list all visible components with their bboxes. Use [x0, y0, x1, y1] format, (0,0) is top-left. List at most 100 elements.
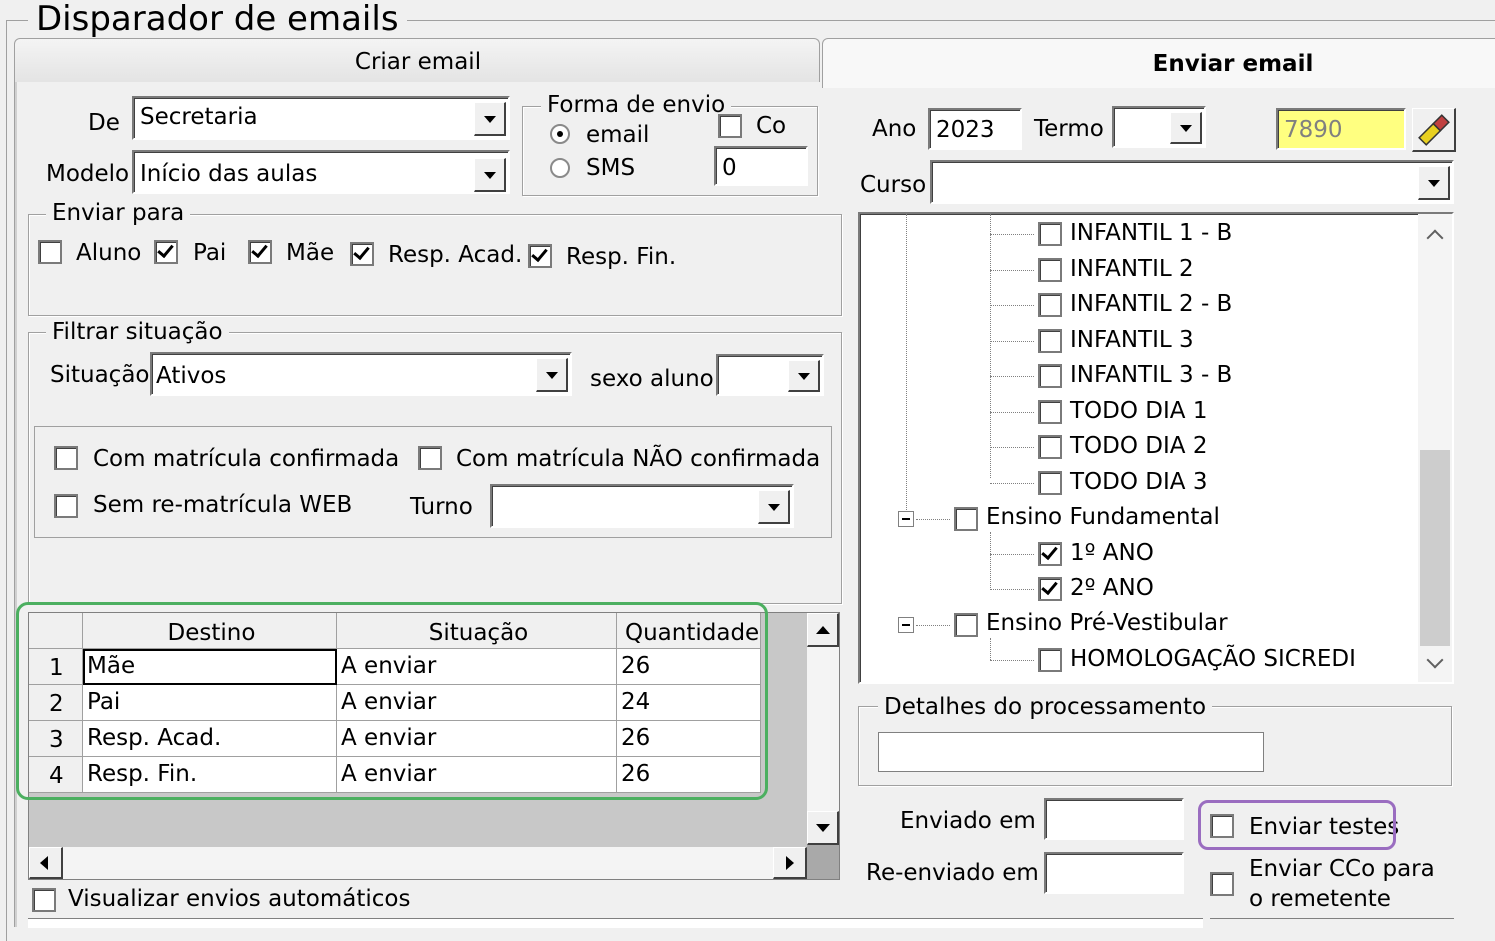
tree-node-checkbox[interactable] [954, 613, 978, 637]
scroll-thumb[interactable] [1420, 450, 1450, 646]
tree-node-checkbox[interactable] [1038, 329, 1062, 353]
tree-node-checkbox[interactable] [954, 507, 978, 531]
collapse-icon[interactable] [898, 617, 914, 633]
tree-node-label[interactable]: 2º ANO [1070, 577, 1154, 600]
tree-guide [990, 638, 991, 660]
chevron-down-icon[interactable] [536, 358, 568, 392]
forma-envio-legend: Forma de envio [541, 94, 732, 117]
tree-node-checkbox[interactable] [1038, 577, 1062, 601]
tree-node-checkbox[interactable] [1038, 293, 1062, 317]
tree-guide [916, 625, 950, 626]
tree-node-checkbox[interactable] [1038, 400, 1062, 424]
tree-node-checkbox[interactable] [1038, 542, 1062, 566]
tree-guide [990, 341, 1034, 342]
visualizar-envios-checkbox[interactable] [32, 888, 56, 912]
tree-node-label[interactable]: Ensino Pré-Vestibular [986, 612, 1228, 635]
com-matricula-nao-confirmada-label: Com matrícula NÃO confirmada [456, 446, 821, 472]
detalhes-legend: Detalhes do processamento [878, 696, 1213, 719]
chevron-down-icon[interactable] [1170, 112, 1202, 144]
de-label: De [88, 110, 120, 136]
chevron-down-icon[interactable] [474, 102, 506, 136]
aluno-label: Aluno [76, 240, 142, 266]
ano-input[interactable]: 2023 [928, 108, 1022, 150]
reenviado-em-input[interactable] [1044, 852, 1184, 894]
triangle-right-icon [786, 856, 794, 870]
situacao-select[interactable]: Ativos [150, 352, 572, 396]
tree-node-label[interactable]: INFANTIL 2 [1070, 258, 1194, 281]
enviar-cco-checkbox[interactable] [1210, 872, 1234, 896]
scroll-up-icon[interactable] [1426, 229, 1444, 247]
resp-fin-checkbox[interactable] [528, 244, 552, 268]
com-matricula-confirmada-checkbox[interactable] [54, 446, 78, 470]
scroll-left-button[interactable] [29, 847, 63, 879]
tree-node-checkbox[interactable] [1038, 364, 1062, 388]
tree-node-checkbox[interactable] [1038, 435, 1062, 459]
tree-node-label[interactable]: INFANTIL 1 - B [1070, 222, 1232, 245]
tree-node-checkbox[interactable] [1038, 222, 1062, 246]
scroll-down-icon[interactable] [1426, 651, 1444, 669]
resp-acad-checkbox[interactable] [350, 242, 374, 266]
co-checkbox[interactable] [718, 114, 742, 138]
sem-rematricula-web-checkbox[interactable] [54, 494, 78, 518]
tree-node-label[interactable]: INFANTIL 3 [1070, 329, 1194, 352]
turno-select[interactable] [490, 484, 794, 528]
mae-label: Mãe [286, 240, 335, 266]
collapse-icon[interactable] [898, 511, 914, 527]
sexo-aluno-select[interactable] [716, 354, 824, 396]
ano-label: Ano [872, 116, 917, 142]
window-title: Disparador de emails [28, 2, 407, 36]
tree-node-label[interactable]: INFANTIL 2 - B [1070, 293, 1232, 316]
tab-enviar-email[interactable]: Enviar email [822, 38, 1495, 88]
enviado-em-input[interactable] [1044, 798, 1184, 840]
tree-node-label[interactable]: TODO DIA 2 [1070, 435, 1207, 458]
sms-radio[interactable] [550, 158, 570, 178]
chevron-down-icon[interactable] [758, 490, 790, 524]
eraser-button[interactable] [1412, 108, 1456, 152]
turno-label: Turno [410, 494, 473, 520]
tree-node-label[interactable]: 1º ANO [1070, 542, 1154, 565]
co-label: Co [756, 113, 787, 139]
chevron-down-icon[interactable] [788, 360, 820, 392]
termo-select[interactable] [1112, 106, 1206, 148]
mae-checkbox[interactable] [248, 240, 272, 264]
tree-guide [990, 660, 1034, 661]
curso-select[interactable] [930, 160, 1454, 204]
tree-guide [906, 214, 907, 514]
pai-checkbox[interactable] [154, 240, 178, 264]
tab-criar-email-label: Criar email [354, 49, 482, 75]
enviar-cco-label-1: Enviar CCo para [1249, 856, 1435, 882]
tree-node-label[interactable]: TODO DIA 3 [1070, 471, 1207, 494]
grid-hscrollbar[interactable] [29, 847, 807, 879]
ano-input-value: 2023 [936, 117, 995, 143]
tree-node-checkbox[interactable] [1038, 471, 1062, 495]
de-select[interactable]: Secretaria [132, 96, 510, 140]
scroll-up-button[interactable] [807, 613, 839, 647]
modelo-select[interactable]: Início das aulas [132, 150, 510, 194]
scroll-down-button[interactable] [807, 811, 839, 845]
tree-guide [990, 483, 1034, 484]
tree-guide [990, 532, 991, 588]
tree-node-label[interactable]: Ensino Fundamental [986, 506, 1220, 529]
tree-guide [990, 589, 1034, 590]
tab-criar-email[interactable]: Criar email [14, 38, 820, 82]
tree-node-checkbox[interactable] [1038, 258, 1062, 282]
situacao-label: Situação [50, 362, 150, 388]
com-matricula-nao-confirmada-checkbox[interactable] [418, 446, 442, 470]
tree-node-label[interactable]: TODO DIA 1 [1070, 400, 1207, 423]
enviar-cco-label-2: o remetente [1249, 886, 1391, 912]
email-radio[interactable] [550, 124, 570, 144]
chevron-down-icon[interactable] [474, 158, 506, 192]
chevron-down-icon[interactable] [1418, 166, 1450, 200]
visualizar-envios-label: Visualizar envios automáticos [68, 886, 411, 912]
code-input[interactable]: 7890 [1276, 108, 1406, 150]
tree-node-checkbox[interactable] [1038, 648, 1062, 672]
tree-node-label[interactable]: HOMOLOGAÇÃO SICREDI [1070, 648, 1356, 671]
aluno-checkbox[interactable] [38, 240, 62, 264]
sem-rematricula-web-label: Sem re-matrícula WEB [93, 492, 353, 518]
co-input[interactable]: 0 [714, 146, 808, 186]
tree-guide [990, 554, 1034, 555]
tree-node-label[interactable]: INFANTIL 3 - B [1070, 364, 1232, 387]
tree-vscrollbar[interactable] [1418, 214, 1452, 682]
scroll-right-button[interactable] [773, 847, 807, 879]
curso-tree[interactable]: INFANTIL 1 - B INFANTIL 2 INFANTIL 2 - B… [858, 212, 1454, 684]
